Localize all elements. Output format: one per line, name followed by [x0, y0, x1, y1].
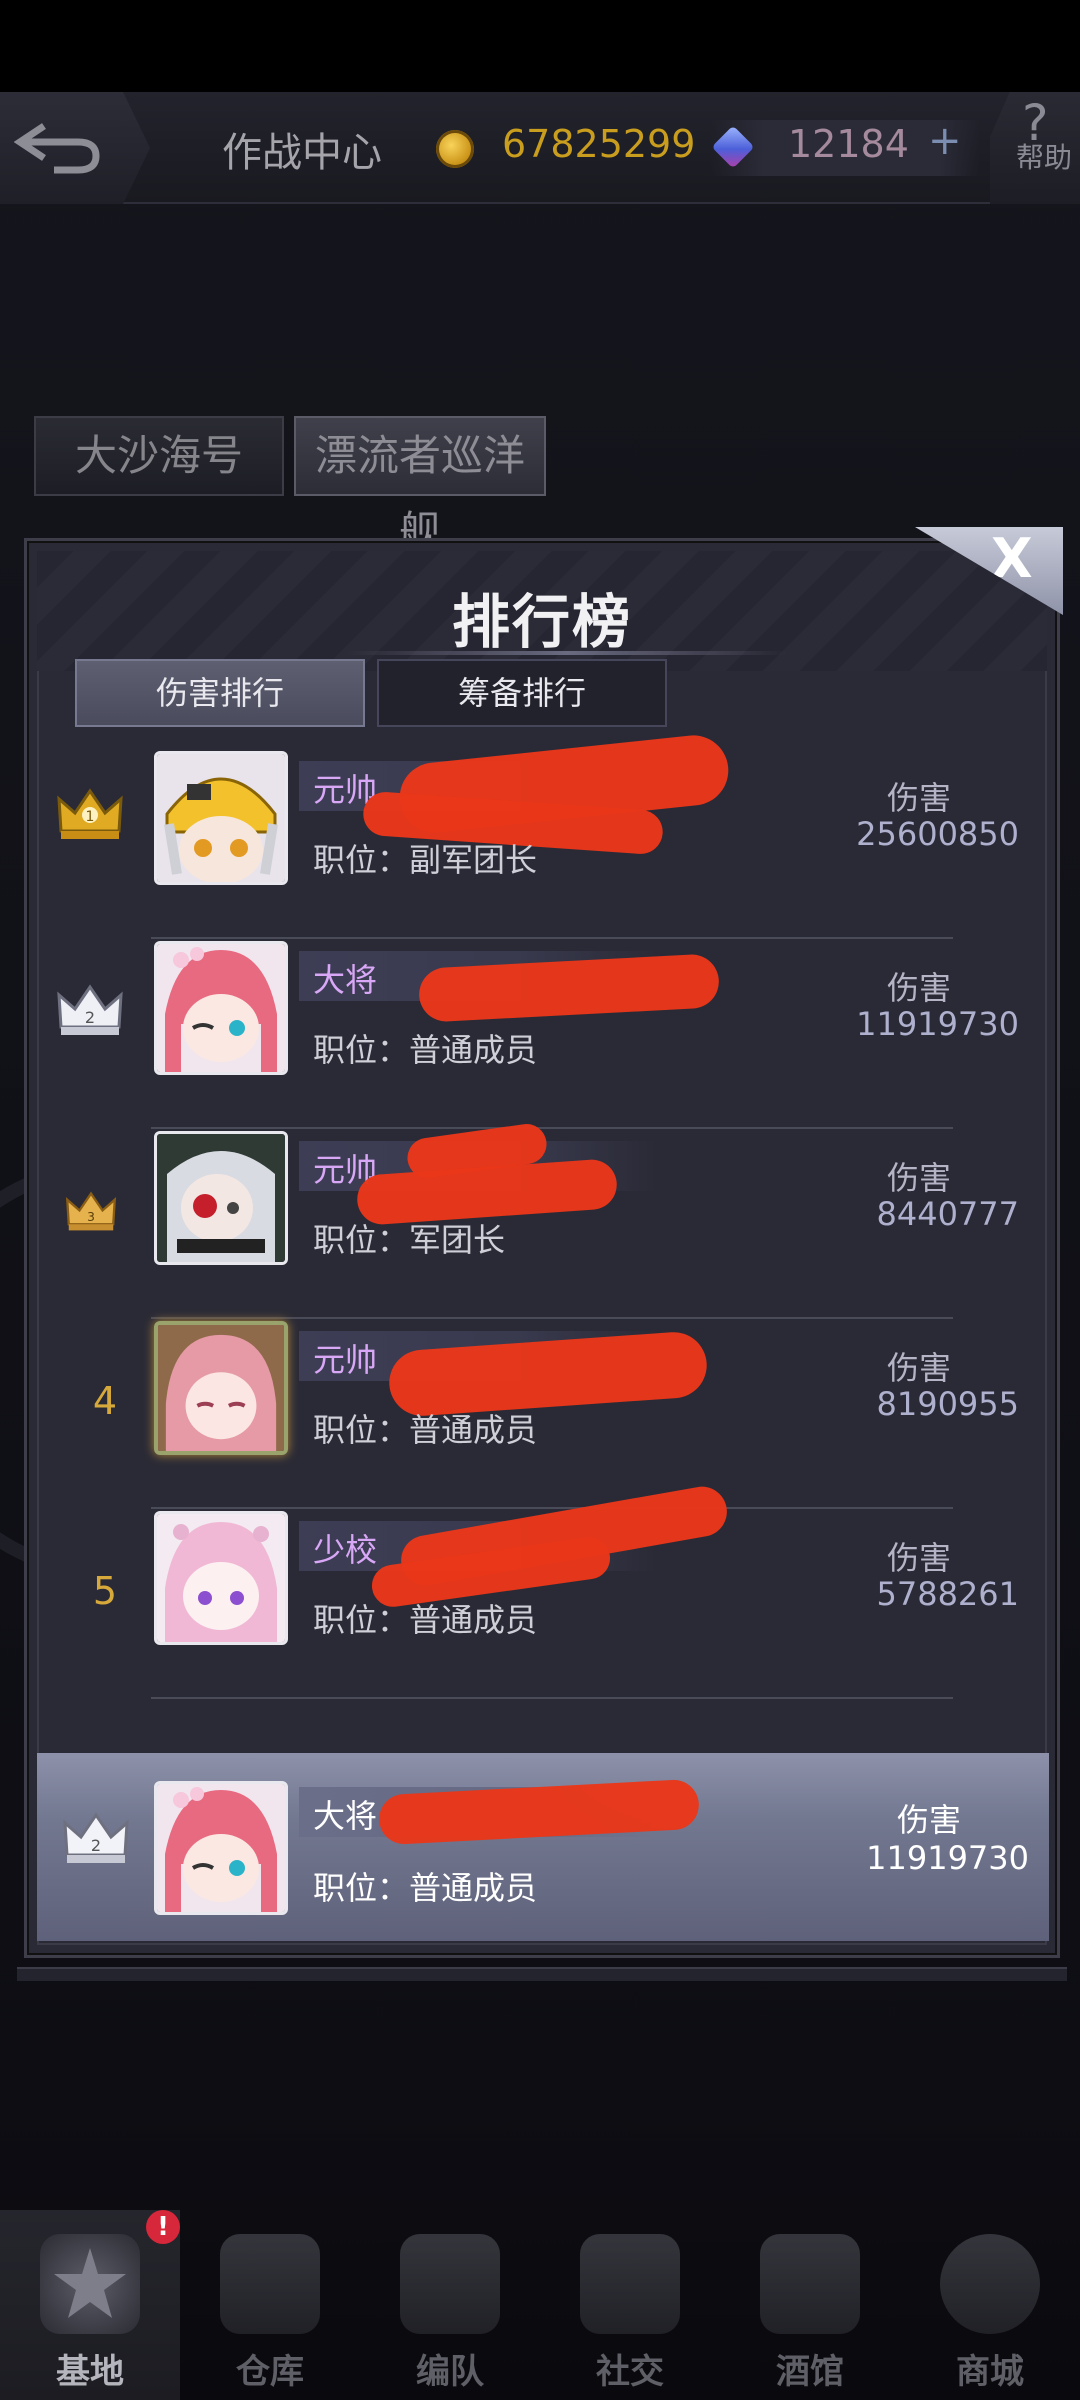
svg-text:3: 3 — [87, 1210, 95, 1224]
help-label: 帮助 — [1016, 141, 1073, 174]
leaderboard-modal: 排行榜 X 伤害排行 筹备排行 1 元帅 职位：副军团长 伤害 25600850… — [17, 527, 1067, 1981]
member-position: 职位：普通成员 — [313, 1601, 538, 1639]
notification-badge: ! — [146, 2210, 180, 2244]
damage-label: 伤害 — [886, 969, 951, 1007]
nav-social[interactable]: 社交 — [540, 2210, 720, 2400]
member-position: 职位：军团长 — [313, 1221, 506, 1259]
table-row[interactable]: 2 大将 职位：普通成员 伤害 11919730 — [27, 941, 1063, 1129]
avatar[interactable] — [154, 941, 288, 1075]
row-divider — [151, 937, 953, 939]
table-row[interactable]: 1 元帅 职位：副军团长 伤害 25600850 — [27, 731, 1063, 939]
page-title: 作战中心 — [222, 130, 382, 176]
warehouse-icon — [220, 2234, 320, 2334]
nav-shop[interactable]: 商城 — [900, 2210, 1080, 2400]
damage-value: 25600850 — [856, 815, 1019, 853]
tavern-icon — [760, 2234, 860, 2334]
row-divider — [151, 1507, 953, 1509]
help-button[interactable]: ? 帮助 — [990, 92, 1080, 204]
gem-icon — [711, 125, 755, 169]
damage-value: 8190955 — [876, 1385, 1019, 1423]
member-position: 职位：普通成员 — [313, 1411, 538, 1449]
gold-value: 67825299 — [502, 122, 696, 166]
nav-formation[interactable]: 编队 — [360, 2210, 540, 2400]
silver-crown-icon: 2 — [63, 1812, 129, 1863]
my-ranking-row[interactable]: 2 大将 职位：普通成员 伤害 11919730 — [37, 1753, 1049, 1941]
gold-coin-icon — [436, 130, 474, 168]
back-arrow-icon — [14, 123, 100, 174]
nav-base[interactable]: ! 基地 — [0, 2210, 180, 2400]
modal-bottom-edge — [17, 1967, 1067, 1981]
table-row[interactable]: 3 元帅 职位：军团长 伤害 8440777 — [27, 1121, 1063, 1319]
bronze-crown-icon: 3 — [65, 1191, 117, 1231]
avatar[interactable] — [154, 1781, 288, 1915]
top-bar: 作战中心 67825299 12184 + ? 帮助 — [0, 92, 1080, 204]
add-gems-button[interactable]: + — [928, 118, 962, 164]
avatar[interactable] — [154, 751, 288, 885]
row-divider — [151, 1127, 953, 1129]
modal-title: 排行榜 — [451, 588, 632, 656]
damage-label: 伤害 — [886, 1539, 951, 1577]
damage-value: 8440777 — [876, 1195, 1019, 1233]
avatar[interactable] — [154, 1511, 288, 1645]
gold-crown-icon: 1 — [57, 788, 123, 839]
damage-label: 伤害 — [886, 779, 951, 817]
silver-crown-icon: 2 — [57, 984, 123, 1035]
damage-value: 5788261 — [876, 1575, 1019, 1613]
svg-text:1: 1 — [86, 809, 95, 825]
table-row[interactable]: 4 元帅 职位：普通成员 伤害 8190955 — [27, 1321, 1063, 1509]
back-button[interactable] — [0, 92, 150, 204]
gem-value: 12184 — [788, 122, 909, 166]
tab-ship-2[interactable]: 漂流者巡洋舰 — [294, 416, 546, 556]
svg-text:2: 2 — [85, 1008, 95, 1027]
nav-label: 仓库 — [236, 2352, 304, 2392]
member-position: 职位：普通成员 — [313, 1031, 538, 1069]
nav-warehouse[interactable]: 仓库 — [180, 2210, 360, 2400]
avatar[interactable] — [154, 1321, 288, 1455]
nav-label: 基地 — [56, 2352, 124, 2392]
tab-ship-1[interactable]: 大沙海号 — [34, 416, 284, 496]
screen: 作战中心 67825299 12184 + ? 帮助 大沙海号 漂流者巡洋舰 排… — [0, 0, 1080, 2400]
shop-icon — [940, 2234, 1040, 2334]
handshake-icon — [580, 2234, 680, 2334]
modal-header: 排行榜 — [37, 551, 1047, 671]
rank-number: 5 — [92, 1569, 118, 1613]
member-position: 职位：副军团长 — [313, 841, 538, 879]
formation-icon — [400, 2234, 500, 2334]
damage-label: 伤害 — [886, 1349, 951, 1387]
svg-text:2: 2 — [91, 1836, 101, 1855]
base-icon — [40, 2234, 140, 2334]
table-row[interactable]: 5 少校 职位：普通成员 伤害 5788261 — [27, 1482, 1063, 1699]
member-position: 职位：普通成员 — [313, 1869, 538, 1907]
nav-label: 社交 — [596, 2352, 664, 2392]
damage-label: 伤害 — [896, 1801, 961, 1839]
damage-value: 11919730 — [866, 1839, 1029, 1877]
bottom-navigation: ! 基地 仓库 编队 社交 酒馆 商城 — [0, 2210, 1080, 2400]
nav-label: 酒馆 — [776, 2352, 844, 2392]
tab-preparation-ranking[interactable]: 筹备排行 — [377, 659, 667, 727]
damage-value: 11919730 — [856, 1005, 1019, 1043]
gold-counter: 67825299 — [432, 120, 696, 176]
damage-label: 伤害 — [886, 1159, 951, 1197]
nav-label: 商城 — [956, 2352, 1024, 2392]
avatar[interactable] — [154, 1131, 288, 1265]
title-underline — [347, 651, 787, 655]
nav-tavern[interactable]: 酒馆 — [720, 2210, 900, 2400]
gem-counter: 12184 + — [710, 118, 980, 176]
row-divider — [151, 1317, 953, 1319]
row-divider — [151, 1697, 953, 1699]
rank-number: 4 — [92, 1379, 118, 1423]
nav-label: 编队 — [416, 2352, 484, 2392]
tab-damage-ranking[interactable]: 伤害排行 — [75, 659, 365, 727]
